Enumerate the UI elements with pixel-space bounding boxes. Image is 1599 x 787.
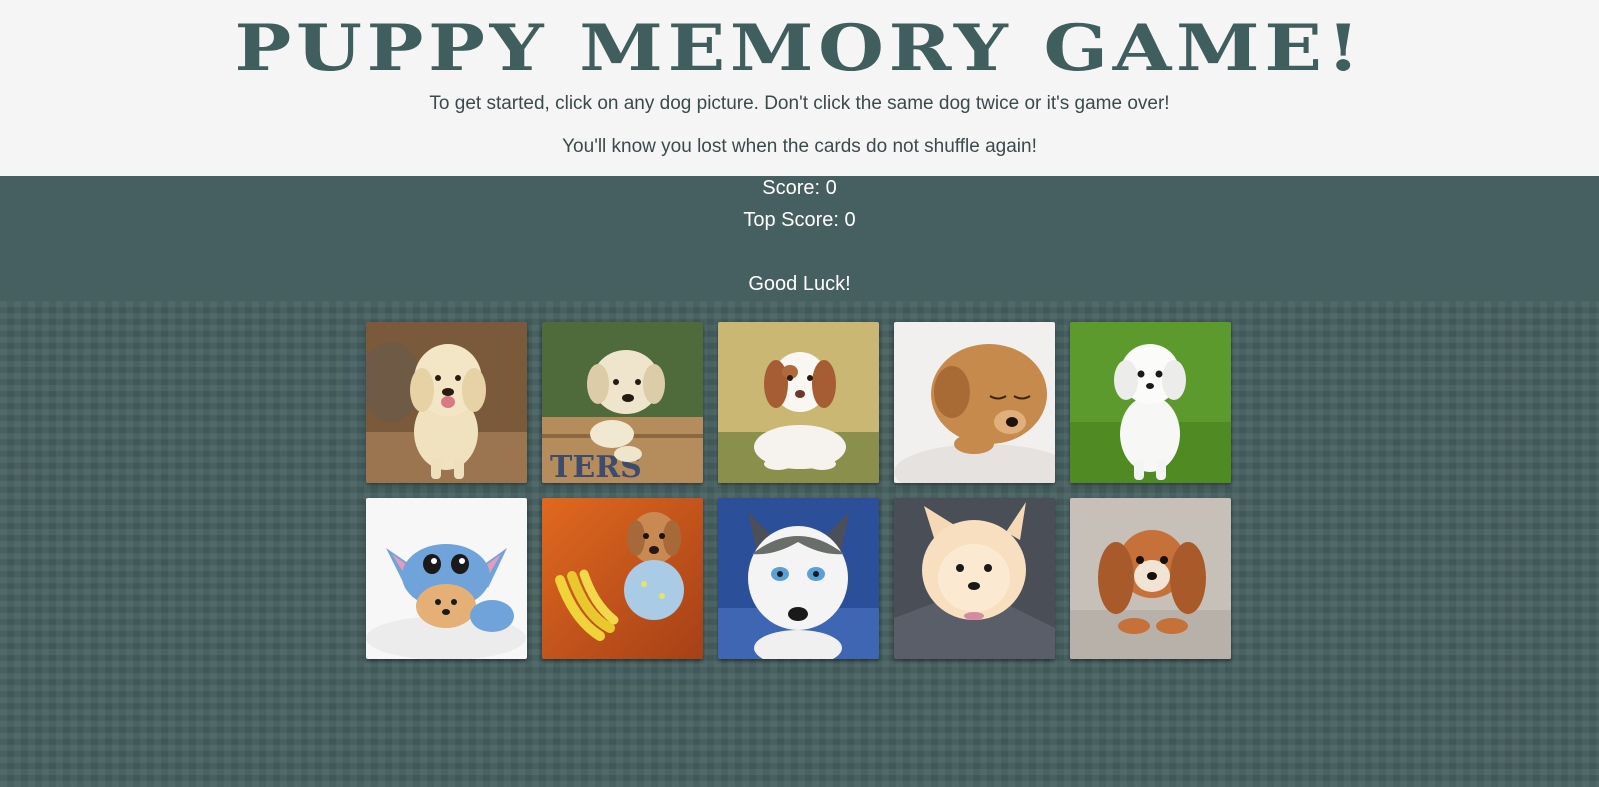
puppy-photo-icon xyxy=(894,498,1055,659)
dog-card-pajamas-bananas[interactable] xyxy=(542,498,703,659)
dog-card-brittany-spaniel[interactable] xyxy=(718,322,879,483)
puppy-photo-icon xyxy=(1070,498,1231,659)
puppy-photo-icon xyxy=(718,322,879,483)
dog-card-husky[interactable] xyxy=(718,498,879,659)
page-header: PUPPY MEMORY GAME! To get started, click… xyxy=(0,0,1599,176)
dog-card-maltese[interactable] xyxy=(1070,322,1231,483)
score-display: Score: 0 xyxy=(762,177,837,199)
dog-card-cavalier[interactable] xyxy=(1070,498,1231,659)
puppy-photo-icon xyxy=(542,498,703,659)
dog-card-pomeranian[interactable] xyxy=(894,498,1055,659)
puppy-photo-icon xyxy=(894,322,1055,483)
score-bar: Score: 0 Top Score: 0 Good Luck! xyxy=(0,176,1599,301)
puppy-photo-icon xyxy=(366,322,527,483)
instruction-text: To get started, click on any dog picture… xyxy=(429,93,1170,114)
good-luck-message: Good Luck! xyxy=(748,273,851,295)
dog-card-labrador-crate[interactable]: TERS xyxy=(542,322,703,483)
dog-card-stitch-costume[interactable] xyxy=(366,498,527,659)
puppy-photo-icon xyxy=(1070,322,1231,483)
page-title: PUPPY MEMORY GAME! xyxy=(234,11,1365,86)
lose-hint-text: You'll know you lost when the cards do n… xyxy=(562,136,1037,157)
puppy-photo-icon xyxy=(366,498,527,659)
dog-card-golden-retriever[interactable] xyxy=(366,322,527,483)
top-score-display: Top Score: 0 xyxy=(743,209,856,231)
dog-card-sleeping-puppy[interactable] xyxy=(894,322,1055,483)
puppy-photo-icon xyxy=(718,498,879,659)
card-grid: TERS xyxy=(366,322,1232,659)
puppy-photo-icon: TERS xyxy=(542,322,703,483)
